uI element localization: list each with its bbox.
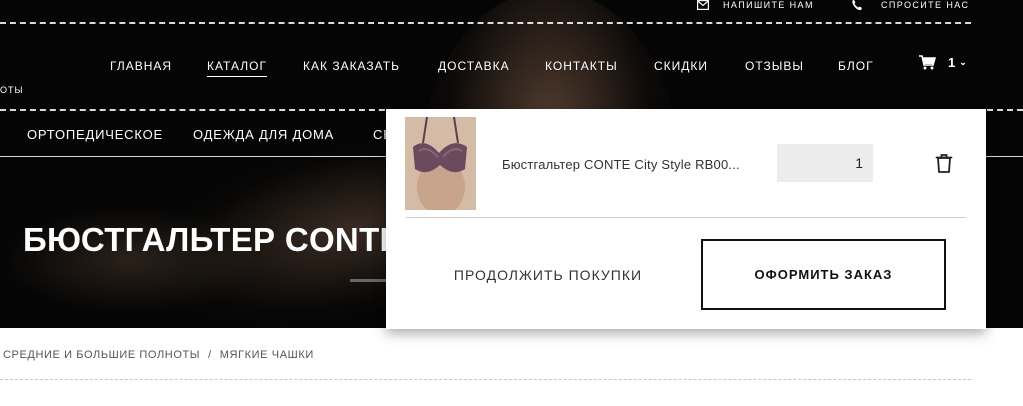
nav-item-how-to-order[interactable]: КАК ЗАКАЗАТЬ [303,59,400,73]
product-thumbnail[interactable] [405,117,476,210]
write-us-link[interactable]: НАПИШИТЕ НАМ [697,0,814,10]
quantity-input[interactable] [777,144,873,182]
nav-item-discounts[interactable]: СКИДКИ [654,59,708,73]
trash-icon[interactable] [932,151,956,175]
nav-item-delivery[interactable]: ДОСТАВКА [438,59,510,73]
breadcrumb-item[interactable]: МЯГКИЕ ЧАШКИ [220,349,314,361]
breadcrumb: СРЕДНИЕ И БОЛЬШИЕ ПОЛНОТЫ / МЯГКИЕ ЧАШКИ [3,349,314,361]
cart-count: 1 [948,55,956,70]
cart-button[interactable]: 1 ⌄ [919,55,967,70]
product-image [405,117,476,210]
category-orthopedic[interactable]: ОРТОПЕДИЧЕСКОЕ [27,127,163,142]
nav-item-catalog[interactable]: КАТАЛОГ [207,59,267,77]
title-underline [350,279,390,282]
breadcrumb-separator: / [208,349,212,361]
nav-item-blog[interactable]: БЛОГ [838,59,874,73]
write-us-label: НАПИШИТЕ НАМ [723,0,814,10]
nav-item-home[interactable]: ГЛАВНАЯ [110,59,172,73]
continue-shopping-button[interactable]: ПРОДОЛЖИТЬ ПОКУПКИ [431,239,665,310]
cart-popup: Бюстгальтер CONTE City Style RB00... ПРО… [386,109,986,329]
breadcrumb-item[interactable]: СРЕДНИЕ И БОЛЬШИЕ ПОЛНОТЫ [3,349,200,361]
ask-us-label: СПРОСИТЕ НАС [881,0,970,10]
ask-us-link[interactable]: СПРОСИТЕ НАС [851,0,970,11]
page-title: БЮСТГАЛЬТЕР CONTE [23,221,402,258]
side-menu-fragment: ОТЫ [0,85,24,95]
nav-item-contacts[interactable]: КОНТАКТЫ [545,59,618,73]
top-bar: НАПИШИТЕ НАМ СПРОСИТЕ НАС [0,0,1023,22]
cart-item-name[interactable]: Бюстгальтер CONTE City Style RB00... [502,157,740,172]
chevron-down-icon: ⌄ [959,57,967,67]
breadcrumb-divider [0,379,971,380]
nav-item-reviews[interactable]: ОТЗЫВЫ [745,59,804,73]
mail-icon [697,0,709,10]
top-divider [0,22,971,24]
category-home-clothing[interactable]: ОДЕЖДА ДЛЯ ДОМА [193,127,334,142]
phone-icon [852,0,862,11]
cart-icon [919,55,936,70]
popup-divider [406,217,966,218]
checkout-button[interactable]: ОФОРМИТЬ ЗАКАЗ [701,239,946,310]
